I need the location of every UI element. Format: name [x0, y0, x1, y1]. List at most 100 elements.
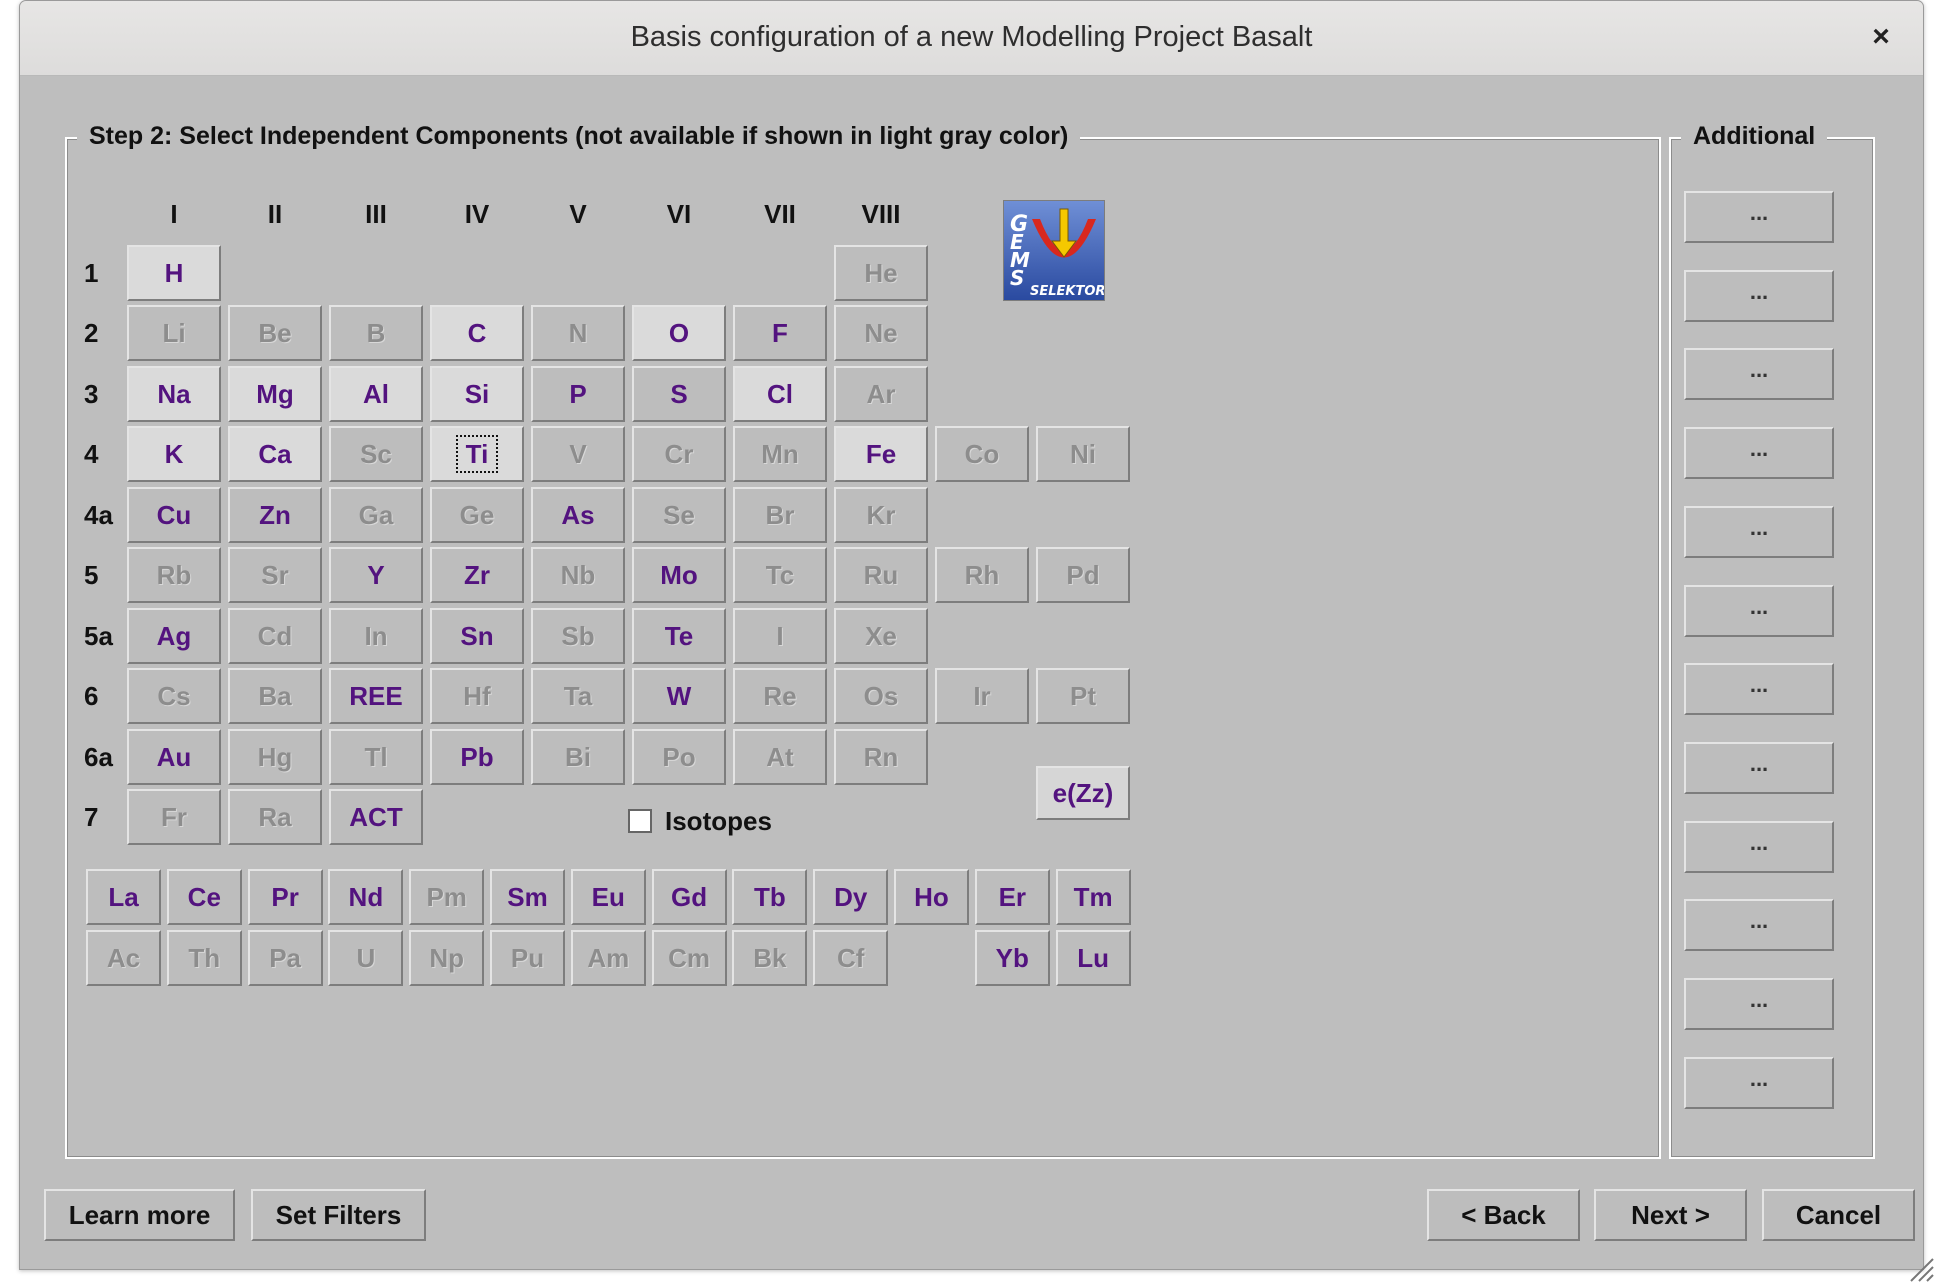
actinides-u[interactable]: U: [328, 930, 404, 986]
additional-button[interactable]: ...: [1684, 978, 1834, 1030]
additional-button[interactable]: ...: [1684, 820, 1834, 873]
element-button-ca[interactable]: Ca: [228, 426, 322, 482]
element-button-n[interactable]: N: [531, 305, 625, 361]
element-button-sr[interactable]: Sr: [228, 547, 322, 603]
lanthanides-ho[interactable]: Ho: [894, 869, 969, 925]
element-button-s[interactable]: S: [632, 366, 726, 422]
lanthanides-dy[interactable]: Dy: [813, 869, 889, 925]
element-button-ag[interactable]: Ag: [127, 608, 221, 664]
additional-button[interactable]: ...: [1684, 269, 1834, 322]
element-button-cs[interactable]: Cs: [127, 668, 221, 724]
element-button-nb[interactable]: Nb: [531, 547, 625, 603]
element-button-ti[interactable]: Ti: [430, 426, 524, 482]
lanthanides-ce[interactable]: Ce: [166, 869, 242, 925]
additional-button[interactable]: ...: [1684, 348, 1834, 401]
element-button-v[interactable]: V: [531, 426, 625, 482]
element-button-co[interactable]: Co: [935, 426, 1029, 482]
actinides-np[interactable]: Np: [409, 930, 485, 986]
element-button-w[interactable]: W: [632, 668, 726, 724]
actinides-am[interactable]: Am: [570, 930, 646, 986]
actinides-cf[interactable]: Cf: [813, 930, 889, 986]
element-button-zn[interactable]: Zn: [228, 487, 322, 543]
element-button-tc[interactable]: Tc: [733, 547, 827, 603]
element-button-xe[interactable]: Xe: [834, 608, 928, 664]
lanthanides-la[interactable]: La: [86, 869, 161, 925]
element-button-rh[interactable]: Rh: [935, 547, 1029, 603]
element-button-tl[interactable]: Tl: [329, 729, 423, 785]
element-button-ezz[interactable]: e(Zz): [1036, 766, 1130, 820]
element-button-fe[interactable]: Fe: [834, 426, 928, 482]
element-button-au[interactable]: Au: [127, 729, 221, 785]
element-button-sb[interactable]: Sb: [531, 608, 625, 664]
element-button-ar[interactable]: Ar: [834, 366, 928, 422]
element-button-ru[interactable]: Ru: [834, 547, 928, 603]
element-button-as[interactable]: As: [531, 487, 625, 543]
additional-button[interactable]: ...: [1684, 191, 1834, 243]
element-button-rn[interactable]: Rn: [834, 729, 928, 785]
element-button-at[interactable]: At: [733, 729, 827, 785]
actinides-bk[interactable]: Bk: [732, 930, 808, 986]
element-button-pb[interactable]: Pb: [430, 729, 524, 785]
close-button[interactable]: ×: [1861, 17, 1901, 57]
element-button-si[interactable]: Si: [430, 366, 524, 422]
additional-button[interactable]: ...: [1684, 427, 1834, 480]
element-button-cu[interactable]: Cu: [127, 487, 221, 543]
element-button-zr[interactable]: Zr: [430, 547, 524, 603]
element-button-ba[interactable]: Ba: [228, 668, 322, 724]
additional-button[interactable]: ...: [1684, 584, 1834, 637]
learn-more-button[interactable]: Learn more: [44, 1189, 235, 1241]
element-button-ge[interactable]: Ge: [430, 487, 524, 543]
element-button-be[interactable]: Be: [228, 305, 322, 361]
element-button-hg[interactable]: Hg: [228, 729, 322, 785]
element-button-p[interactable]: P: [531, 366, 625, 422]
actinides-th[interactable]: Th: [166, 930, 242, 986]
lanthanides-nd[interactable]: Nd: [328, 869, 404, 925]
lanthanides-tb[interactable]: Tb: [732, 869, 808, 925]
element-button-cr[interactable]: Cr: [632, 426, 726, 482]
element-button-pt[interactable]: Pt: [1036, 668, 1130, 724]
isotopes-checkbox[interactable]: [628, 809, 652, 833]
actinides-pa[interactable]: Pa: [247, 930, 323, 986]
element-button-po[interactable]: Po: [632, 729, 726, 785]
lanthanides-gd[interactable]: Gd: [651, 869, 727, 925]
element-button-na[interactable]: Na: [127, 366, 221, 422]
set-filters-button[interactable]: Set Filters: [251, 1189, 426, 1241]
lanthanides-pm[interactable]: Pm: [409, 869, 485, 925]
additional-button[interactable]: ...: [1684, 663, 1834, 716]
element-button-ir[interactable]: Ir: [935, 668, 1029, 724]
element-button-in[interactable]: In: [329, 608, 423, 664]
additional-button[interactable]: ...: [1684, 741, 1834, 794]
additional-button[interactable]: ...: [1684, 1056, 1834, 1109]
element-button-sn[interactable]: Sn: [430, 608, 524, 664]
element-button-b[interactable]: B: [329, 305, 423, 361]
element-button-li[interactable]: Li: [127, 305, 221, 361]
element-button-ne[interactable]: Ne: [834, 305, 928, 361]
element-button-mo[interactable]: Mo: [632, 547, 726, 603]
actinides-cm[interactable]: Cm: [651, 930, 727, 986]
cancel-button[interactable]: Cancel: [1762, 1189, 1915, 1241]
element-button-act[interactable]: ACT: [329, 789, 423, 845]
lanthanides-eu[interactable]: Eu: [570, 869, 646, 925]
additional-button[interactable]: ...: [1684, 899, 1834, 952]
resize-grip-icon[interactable]: [1907, 1255, 1935, 1283]
element-button-y[interactable]: Y: [329, 547, 423, 603]
element-button-pd[interactable]: Pd: [1036, 547, 1130, 603]
element-button-he[interactable]: He: [834, 245, 928, 301]
element-button-mn[interactable]: Mn: [733, 426, 827, 482]
element-button-hf[interactable]: Hf: [430, 668, 524, 724]
element-button-ree[interactable]: REE: [329, 668, 423, 724]
element-button-ga[interactable]: Ga: [329, 487, 423, 543]
element-button-h[interactable]: H: [127, 245, 221, 301]
back-button[interactable]: < Back: [1427, 1189, 1580, 1241]
lanthanides-tm[interactable]: Tm: [1055, 869, 1131, 925]
element-button-i[interactable]: I: [733, 608, 827, 664]
element-button-cd[interactable]: Cd: [228, 608, 322, 664]
element-button-kr[interactable]: Kr: [834, 487, 928, 543]
element-button-fr[interactable]: Fr: [127, 789, 221, 845]
lanthanides-sm[interactable]: Sm: [490, 869, 565, 925]
element-button-os[interactable]: Os: [834, 668, 928, 724]
element-button-br[interactable]: Br: [733, 487, 827, 543]
element-button-ni[interactable]: Ni: [1036, 426, 1130, 482]
element-button-sc[interactable]: Sc: [329, 426, 423, 482]
element-button-al[interactable]: Al: [329, 366, 423, 422]
